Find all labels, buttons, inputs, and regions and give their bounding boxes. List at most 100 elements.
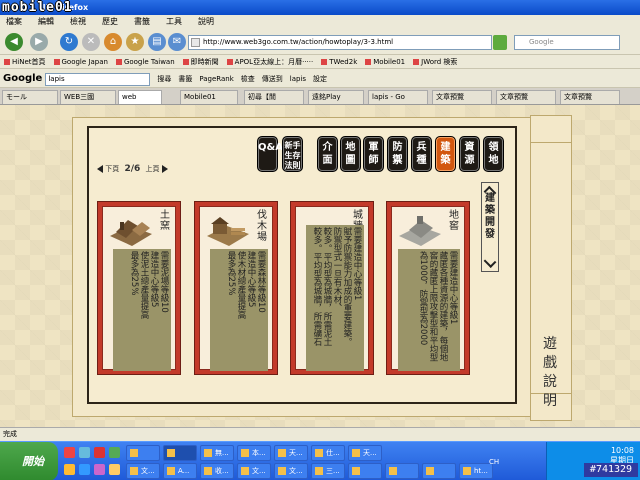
google-toolbar-search[interactable]: lapis xyxy=(45,72,151,86)
task-button-active[interactable] xyxy=(163,445,197,461)
stop-icon[interactable]: ✕ xyxy=(82,33,100,51)
task-button[interactable]: 三... xyxy=(311,463,345,479)
category-interface[interactable]: 介面 xyxy=(317,136,338,172)
menu-edit[interactable]: 編輯 xyxy=(38,17,54,26)
address-text: http://www.web3go.com.tw/action/howtopla… xyxy=(203,38,394,46)
task-button[interactable]: 文... xyxy=(126,463,160,479)
quicklaunch-icon[interactable] xyxy=(79,464,90,475)
quicklaunch-icon[interactable] xyxy=(64,447,75,458)
browser-tab[interactable]: 遠銘Play xyxy=(308,90,364,104)
category-advisor[interactable]: 軍師 xyxy=(363,136,384,172)
status-bar: 完成 xyxy=(0,427,640,441)
menu-file[interactable]: 檔案 xyxy=(6,17,22,26)
google-search-button[interactable]: 搜尋 xyxy=(157,70,171,87)
start-button[interactable]: 開始 xyxy=(0,442,58,480)
menu-tools[interactable]: 工具 xyxy=(166,17,182,26)
quicklaunch-icon[interactable] xyxy=(109,447,120,458)
pagerank-indicator: PageRank xyxy=(199,75,234,83)
page-favicon-icon xyxy=(191,38,200,47)
browser-tab[interactable]: 文章預覽 xyxy=(560,90,620,104)
task-button[interactable]: 文... xyxy=(274,463,308,479)
section-tab-label: 建築開發 xyxy=(485,193,495,240)
quicklaunch-icon[interactable] xyxy=(94,447,105,458)
card-line: 賦予防禦能力加成的重要建築。 xyxy=(342,227,352,346)
category-map[interactable]: 地圖 xyxy=(340,136,361,172)
go-button[interactable] xyxy=(493,35,507,50)
browser-tab[interactable]: 文章預覽 xyxy=(496,90,556,104)
web-page: 遊戲說明 Q&A 新手生存法則 介面 地圖 軍師 防禦 兵種 建築 資源 領地 … xyxy=(0,105,640,427)
section-tab[interactable]: 建築開發 xyxy=(481,182,499,272)
task-button[interactable]: 文... xyxy=(237,463,271,479)
menu-help[interactable]: 說明 xyxy=(198,17,214,26)
home-icon[interactable]: ⌂ xyxy=(104,33,122,51)
mail-icon[interactable]: ✉ xyxy=(168,33,186,51)
task-button[interactable] xyxy=(422,463,456,479)
task-button[interactable] xyxy=(348,463,382,479)
pager-prev-label[interactable]: 下頁 xyxy=(105,165,119,173)
category-buildings[interactable]: 建築 xyxy=(435,136,456,172)
quicklaunch-icon[interactable] xyxy=(64,464,75,475)
reload-icon[interactable]: ↻ xyxy=(60,33,78,51)
pager-page-number: 2/6 xyxy=(124,164,141,174)
ime-indicator[interactable]: CH xyxy=(489,458,499,466)
pager-next-label[interactable]: 上頁 xyxy=(146,165,160,173)
check-button[interactable]: 檢查 xyxy=(241,70,255,87)
google-toolbar: Google lapis 搜尋 書籤 PageRank 檢查 傳送到 lapis 設定 xyxy=(0,69,640,88)
task-button[interactable]: A... xyxy=(163,463,197,479)
browser-tab-active[interactable]: web xyxy=(118,90,162,104)
menu-history[interactable]: 歷史 xyxy=(102,17,118,26)
bookmark-item[interactable]: Google Taiwan xyxy=(116,55,175,68)
task-button[interactable] xyxy=(385,463,419,479)
pager-prev-icon[interactable] xyxy=(97,165,103,173)
quicklaunch-icon[interactable] xyxy=(109,464,120,475)
pager: 下頁 2/6 上頁 xyxy=(97,163,168,175)
category-qa[interactable]: Q&A xyxy=(257,136,283,172)
card-line: 使木材總產量提高 xyxy=(236,251,246,319)
pager-next-icon[interactable] xyxy=(161,165,168,173)
bookmark-item[interactable]: JWord 検索 xyxy=(413,55,457,68)
bookmark-item[interactable]: 即時新聞 xyxy=(183,55,219,68)
card-description: 需要建造中心等級1 賦予防禦能力加成的重要建築。 防禦型式一旦有木材、 較多。平… xyxy=(306,225,364,371)
task-button[interactable]: 收... xyxy=(200,463,234,479)
browser-tab[interactable]: 初尋【閒 xyxy=(244,90,304,104)
google-bookmarks-button[interactable]: 書籤 xyxy=(178,70,192,87)
game-manual-title: 遊戲說明 xyxy=(543,336,557,409)
bookmark-item[interactable]: Mobile01 xyxy=(365,55,405,68)
bookmark-item[interactable]: APOL亞太線上：月曆····· xyxy=(227,55,314,68)
task-button[interactable]: 天... xyxy=(348,445,382,461)
send-to-button[interactable]: 傳送到 xyxy=(262,70,283,87)
card-line: 需要建造中心等級1 xyxy=(448,251,458,325)
quicklaunch-icon[interactable] xyxy=(79,447,90,458)
back-icon[interactable]: ◀ xyxy=(5,33,23,51)
highlight-term-button[interactable]: lapis xyxy=(290,70,306,87)
task-button[interactable]: 無... xyxy=(200,445,234,461)
address-bar[interactable]: http://www.web3go.com.tw/action/howtopla… xyxy=(188,35,492,50)
bookmark-item[interactable]: HiNet首頁 xyxy=(4,55,46,68)
task-button[interactable] xyxy=(126,445,160,461)
print-icon[interactable]: ▤ xyxy=(148,33,166,51)
settings-button[interactable]: 設定 xyxy=(313,70,327,87)
task-button[interactable]: 本... xyxy=(237,445,271,461)
browser-tab[interactable]: 文章預覽 xyxy=(432,90,492,104)
task-button[interactable]: 天... xyxy=(274,445,308,461)
category-defense[interactable]: 防禦 xyxy=(387,136,408,172)
bookmark-item[interactable]: Google Japan xyxy=(54,55,108,68)
browser-tab[interactable]: モール xyxy=(2,90,58,104)
bookmark-page-icon[interactable]: ★ xyxy=(126,33,144,51)
bookmark-item[interactable]: TWed2k xyxy=(321,55,357,68)
category-resources[interactable]: 資源 xyxy=(459,136,480,172)
browser-tab[interactable]: lapis - Go xyxy=(368,90,428,104)
category-troops[interactable]: 兵種 xyxy=(411,136,432,172)
task-button[interactable]: 仕... xyxy=(311,445,345,461)
category-beginner[interactable]: 新手生存法則 xyxy=(282,136,303,172)
forward-icon[interactable]: ▶ xyxy=(30,33,48,51)
browser-tab[interactable]: Mobile01 xyxy=(180,90,238,104)
category-territory[interactable]: 領地 xyxy=(483,136,504,172)
search-input[interactable]: Google xyxy=(514,35,620,50)
menu-view[interactable]: 檢視 xyxy=(70,17,86,26)
task-button[interactable]: ht... xyxy=(459,463,493,479)
menu-bookmarks[interactable]: 書籤 xyxy=(134,17,150,26)
quicklaunch-icon[interactable] xyxy=(94,464,105,475)
browser-tab[interactable]: WEB三國 xyxy=(60,90,116,104)
card-line: 建造中心等級5 xyxy=(246,251,256,308)
